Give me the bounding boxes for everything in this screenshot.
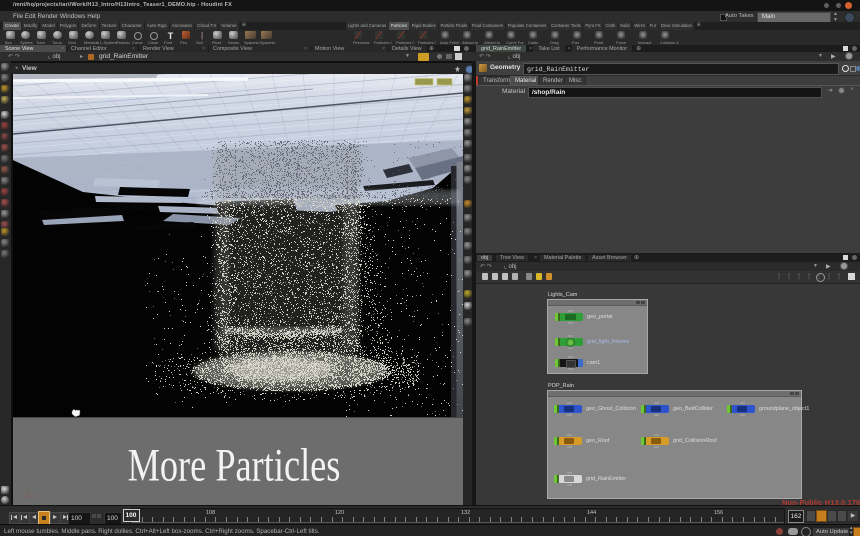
- svg-text:More Particles: More Particles: [128, 440, 341, 491]
